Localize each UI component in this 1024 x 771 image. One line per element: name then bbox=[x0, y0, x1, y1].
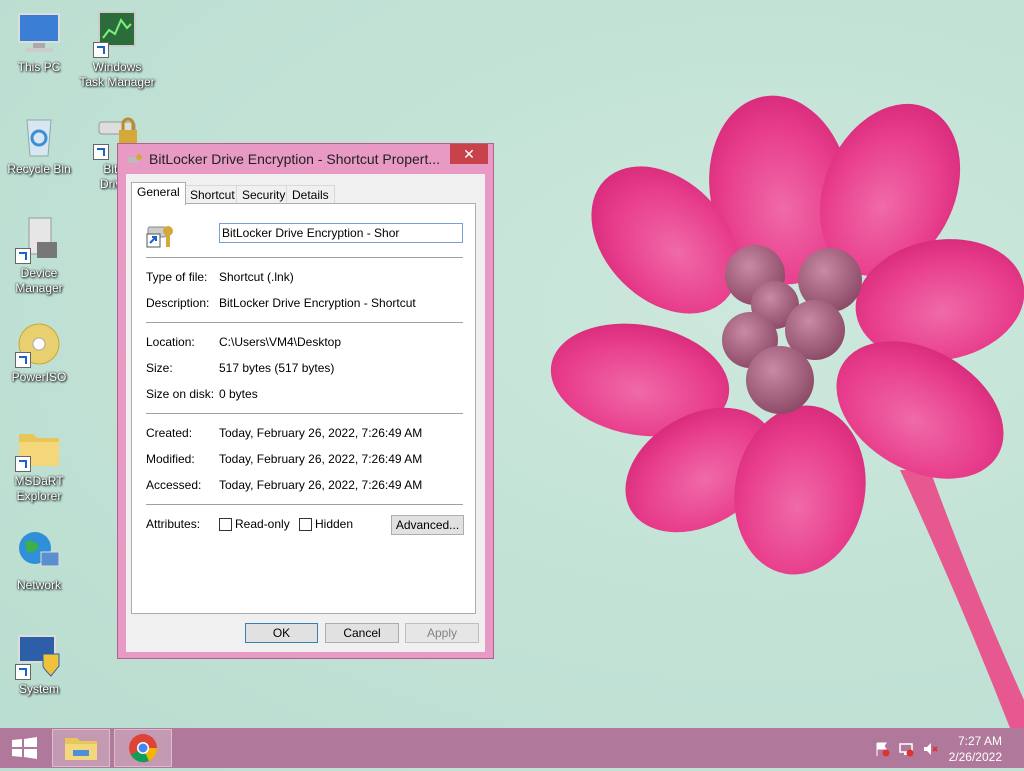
folder-icon bbox=[15, 424, 63, 472]
tab-general[interactable]: General bbox=[131, 182, 186, 205]
size-on-disk-label: Size on disk: bbox=[146, 387, 215, 401]
desktop-icon-this-pc[interactable]: This PC bbox=[0, 10, 78, 75]
general-tab-panel: Type of file: Shortcut (.lnk) Descriptio… bbox=[131, 203, 476, 614]
icon-label: Manager bbox=[15, 281, 63, 295]
action-center-flag-icon[interactable] bbox=[874, 741, 890, 757]
icon-label: Network bbox=[16, 578, 61, 592]
shortcut-arrow-icon bbox=[15, 664, 31, 680]
tab-details[interactable]: Details bbox=[286, 185, 335, 204]
tab-security[interactable]: Security bbox=[236, 185, 292, 204]
properties-window[interactable]: BitLocker Drive Encryption - Shortcut Pr… bbox=[117, 143, 494, 659]
disc-icon bbox=[15, 320, 63, 368]
file-icon bbox=[146, 217, 178, 249]
hidden-label[interactable]: Hidden bbox=[315, 517, 353, 531]
taskbar-clock[interactable]: 7:27 AM 2/26/2022 bbox=[949, 733, 1002, 765]
desktop-icon-task-manager[interactable]: Windows Task Manager bbox=[78, 10, 156, 90]
icon-label: Device bbox=[20, 266, 58, 280]
icon-label: System bbox=[18, 682, 59, 696]
computer-icon bbox=[15, 10, 63, 58]
desktop-icon-system[interactable]: System bbox=[0, 632, 78, 697]
desktop-icon-network[interactable]: Network bbox=[0, 528, 78, 593]
shortcut-arrow-icon bbox=[15, 456, 31, 472]
size-label: Size: bbox=[146, 361, 173, 375]
icon-label: PowerISO bbox=[11, 370, 67, 384]
taskbar: 7:27 AM 2/26/2022 bbox=[0, 728, 1024, 768]
shortcut-arrow-icon bbox=[15, 352, 31, 368]
dialog-client: General Shortcut Security Details Type o… bbox=[126, 174, 485, 652]
clock-date: 2/26/2022 bbox=[948, 750, 1002, 764]
readonly-label[interactable]: Read-only bbox=[235, 517, 290, 531]
description-label: Description: bbox=[146, 296, 210, 310]
file-name-input[interactable] bbox=[219, 223, 463, 243]
icon-label: MSDaRT bbox=[14, 474, 64, 488]
attributes-label: Attributes: bbox=[146, 517, 201, 531]
separator bbox=[146, 504, 463, 505]
clock-time: 7:27 AM bbox=[957, 734, 1002, 748]
shortcut-arrow-icon bbox=[93, 42, 109, 58]
tab-shortcut[interactable]: Shortcut bbox=[184, 185, 241, 204]
location-value: C:\Users\VM4\Desktop bbox=[219, 335, 342, 349]
type-label: Type of file: bbox=[146, 270, 208, 284]
desktop-icon-recycle-bin[interactable]: Recycle Bin bbox=[0, 112, 78, 177]
icon-label: Explorer bbox=[16, 489, 62, 503]
network-globe-icon bbox=[15, 528, 63, 576]
ok-button[interactable]: OK bbox=[245, 623, 318, 643]
network-tray-icon[interactable] bbox=[898, 741, 914, 757]
size-on-disk-value: 0 bytes bbox=[219, 387, 258, 401]
icon-label: Task Manager bbox=[79, 75, 155, 89]
shortcut-arrow-icon bbox=[93, 144, 109, 160]
location-label: Location: bbox=[146, 335, 195, 349]
hidden-checkbox[interactable] bbox=[299, 518, 312, 531]
icon-label: Windows bbox=[92, 60, 142, 74]
cancel-button[interactable]: Cancel bbox=[325, 623, 399, 643]
chrome-icon bbox=[129, 734, 158, 763]
taskbar-chrome[interactable] bbox=[114, 729, 172, 767]
apply-button[interactable]: Apply bbox=[405, 623, 479, 643]
modified-value: Today, February 26, 2022, 7:26:49 AM bbox=[219, 452, 423, 466]
desktop-icon-poweriso[interactable]: PowerISO bbox=[0, 320, 78, 385]
description-value: BitLocker Drive Encryption - Shortcut bbox=[219, 296, 416, 310]
icon-label: Recycle Bin bbox=[7, 162, 71, 176]
separator bbox=[146, 322, 463, 323]
shortcut-arrow-icon bbox=[15, 248, 31, 264]
system-shield-icon bbox=[15, 632, 63, 680]
desktop-icon-device-manager[interactable]: Device Manager bbox=[0, 216, 78, 296]
file-explorer-icon bbox=[65, 738, 97, 760]
icon-label: This PC bbox=[17, 60, 61, 74]
task-manager-icon bbox=[93, 10, 141, 58]
advanced-button[interactable]: Advanced... bbox=[391, 515, 464, 535]
volume-muted-icon[interactable] bbox=[922, 741, 938, 757]
separator bbox=[146, 413, 463, 414]
accessed-label: Accessed: bbox=[146, 478, 202, 492]
size-value: 517 bytes (517 bytes) bbox=[219, 361, 335, 375]
start-button[interactable] bbox=[0, 728, 48, 768]
close-button[interactable]: ✕ bbox=[450, 144, 488, 164]
created-value: Today, February 26, 2022, 7:26:49 AM bbox=[219, 426, 423, 440]
window-title: BitLocker Drive Encryption - Shortcut Pr… bbox=[149, 151, 440, 167]
taskbar-file-explorer[interactable] bbox=[52, 729, 110, 767]
separator bbox=[146, 257, 463, 258]
recycle-bin-icon bbox=[15, 112, 63, 160]
device-manager-icon bbox=[15, 216, 63, 264]
type-value: Shortcut (.lnk) bbox=[219, 270, 294, 284]
accessed-value: Today, February 26, 2022, 7:26:49 AM bbox=[219, 478, 423, 492]
bitlocker-key-icon bbox=[127, 151, 143, 167]
created-label: Created: bbox=[146, 426, 193, 440]
readonly-checkbox[interactable] bbox=[219, 518, 232, 531]
title-bar[interactable]: BitLocker Drive Encryption - Shortcut Pr… bbox=[118, 144, 493, 174]
modified-label: Modified: bbox=[146, 452, 195, 466]
desktop-icon-msdart[interactable]: MSDaRT Explorer bbox=[0, 424, 78, 504]
windows-logo-icon bbox=[12, 737, 37, 759]
